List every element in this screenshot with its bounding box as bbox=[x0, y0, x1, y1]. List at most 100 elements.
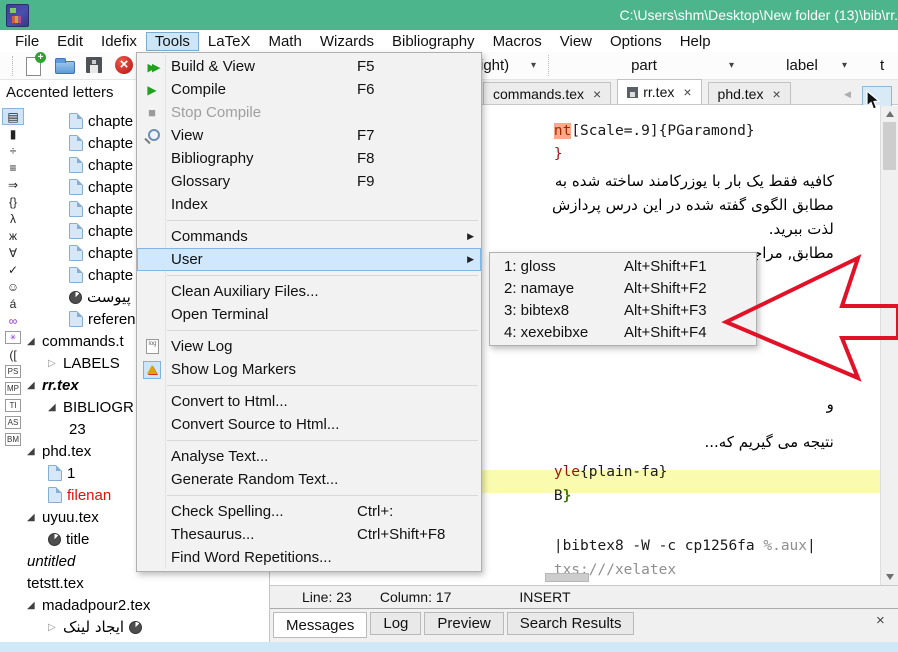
structure-panel-header[interactable]: Accented letters bbox=[0, 80, 134, 105]
menubar-item[interactable]: Tools bbox=[146, 32, 199, 51]
tab-close-icon[interactable]: × bbox=[593, 86, 601, 102]
infinity-icon[interactable]: ∞ bbox=[2, 312, 24, 329]
implies-icon[interactable]: ⇒ bbox=[2, 176, 24, 193]
menu-item[interactable] bbox=[137, 216, 481, 225]
menu-item[interactable]: Open Terminal bbox=[137, 303, 481, 326]
chevron-down-icon[interactable]: ▾ bbox=[729, 60, 734, 71]
menu-item[interactable]: Convert Source to Html... bbox=[137, 413, 481, 436]
tree-item[interactable]: ایجاد لینک bbox=[27, 616, 269, 638]
tree-item[interactable]: madadpour2.tex bbox=[27, 594, 269, 616]
menubar-item[interactable]: Edit bbox=[48, 32, 92, 51]
menu-item[interactable]: Analyse Text... bbox=[137, 445, 481, 468]
menu-item[interactable]: Index bbox=[137, 193, 481, 216]
brackets-icon[interactable]: ([ bbox=[2, 346, 24, 363]
beamer-icon[interactable]: BM bbox=[5, 433, 21, 446]
panel-close-icon[interactable]: × bbox=[876, 612, 885, 629]
new-document-icon[interactable] bbox=[24, 55, 46, 77]
menu-item[interactable] bbox=[137, 271, 481, 280]
toolbar-combobox[interactable]: label ▾ bbox=[752, 55, 852, 76]
vertical-scrollbar[interactable] bbox=[880, 106, 898, 585]
open-icon[interactable] bbox=[54, 55, 76, 77]
editor-tab[interactable]: rr.tex × bbox=[617, 79, 701, 104]
menu-item[interactable]: Show Log Markers bbox=[137, 358, 481, 381]
tab-scroll-left-icon[interactable]: ◀ bbox=[844, 89, 851, 100]
menu-item[interactable]: Commands ▶ bbox=[137, 225, 481, 248]
bottom-panel-tab[interactable]: Preview bbox=[424, 612, 503, 635]
menu-item[interactable] bbox=[137, 326, 481, 335]
forall-icon[interactable]: ∀ bbox=[2, 244, 24, 261]
chevron-down-icon[interactable]: ▾ bbox=[531, 60, 536, 71]
menu-item[interactable] bbox=[137, 381, 481, 390]
tab-close-icon[interactable]: × bbox=[772, 86, 780, 102]
menu-item[interactable]: Generate Random Text... bbox=[137, 468, 481, 491]
menu-item[interactable]: Clean Auxiliary Files... bbox=[137, 280, 481, 303]
menubar-item[interactable]: Options bbox=[601, 32, 671, 51]
chevron-down-icon[interactable]: ▾ bbox=[842, 60, 847, 71]
expander-icon[interactable] bbox=[27, 512, 42, 523]
bottom-panel-tab[interactable]: Messages bbox=[273, 612, 367, 638]
divide-icon[interactable]: ÷ bbox=[2, 142, 24, 159]
editor-tab[interactable]: phd.tex × bbox=[708, 82, 791, 104]
menu-item[interactable] bbox=[137, 436, 481, 445]
menu-item[interactable]: Thesaurus... Ctrl+Shift+F8 bbox=[137, 523, 481, 546]
submenu-item[interactable]: 1: gloss Alt+Shift+F1 bbox=[490, 255, 756, 277]
menu-item[interactable]: Compile F6 bbox=[137, 78, 481, 101]
metapost-icon[interactable]: MP bbox=[5, 382, 21, 395]
menu-item[interactable]: Stop Compile bbox=[137, 101, 481, 124]
tab-close-icon[interactable]: × bbox=[683, 84, 691, 100]
menu-item[interactable]: Bibliography F8 bbox=[137, 147, 481, 170]
accented-letter-icon[interactable]: á bbox=[2, 295, 24, 312]
braces-icon[interactable]: {} bbox=[2, 193, 24, 210]
structure-icon[interactable]: ▤ bbox=[2, 108, 24, 125]
menu-item[interactable] bbox=[137, 491, 481, 500]
submenu-item[interactable]: 3: bibtex8 Alt+Shift+F3 bbox=[490, 299, 756, 321]
submenu-item[interactable]: 4: xexebibxe Alt+Shift+F4 bbox=[490, 321, 756, 343]
menu-item[interactable]: View Log bbox=[137, 335, 481, 358]
expander-icon[interactable] bbox=[27, 336, 42, 347]
expander-icon[interactable] bbox=[48, 402, 63, 413]
pstricks-icon[interactable]: PS bbox=[5, 365, 21, 378]
menubar-item[interactable]: Macros bbox=[484, 32, 551, 51]
menubar-item[interactable]: Wizards bbox=[311, 32, 383, 51]
toolbar-combobox[interactable]: t bbox=[880, 55, 898, 76]
expander-icon[interactable] bbox=[27, 380, 42, 391]
menu-item[interactable]: Find Word Repetitions... bbox=[137, 546, 481, 569]
expander-icon[interactable] bbox=[48, 358, 63, 369]
menu-item[interactable]: View F7 bbox=[137, 124, 481, 147]
close-icon[interactable] bbox=[114, 55, 136, 77]
menubar-item[interactable]: View bbox=[551, 32, 601, 51]
menu-item[interactable]: Glossary F9 bbox=[137, 170, 481, 193]
menubar-item[interactable]: File bbox=[6, 32, 48, 51]
check-icon[interactable]: ✓ bbox=[2, 261, 24, 278]
menu-item[interactable]: User ▶ bbox=[137, 248, 481, 271]
asymptote-icon[interactable]: AS bbox=[5, 416, 21, 429]
menu-item[interactable]: Build & View F5 bbox=[137, 55, 481, 78]
expander-icon[interactable] bbox=[48, 622, 63, 633]
menubar-item[interactable]: Math bbox=[259, 32, 310, 51]
tree-item[interactable]: tetstt.tex bbox=[27, 572, 269, 594]
scroll-down-icon[interactable] bbox=[886, 574, 894, 580]
save-icon[interactable] bbox=[84, 55, 106, 77]
menubar-item[interactable]: Idefix bbox=[92, 32, 146, 51]
menubar-item[interactable]: LaTeX bbox=[199, 32, 260, 51]
menubar-item[interactable]: Bibliography bbox=[383, 32, 484, 51]
smiley-icon[interactable]: ☺ bbox=[2, 278, 24, 295]
bookmark-icon[interactable]: ▮ bbox=[2, 125, 24, 142]
expander-icon[interactable] bbox=[27, 600, 42, 611]
scroll-up-icon[interactable] bbox=[886, 111, 894, 117]
menubar-item[interactable]: Help bbox=[671, 32, 720, 51]
menu-item[interactable]: Check Spelling... Ctrl+: bbox=[137, 500, 481, 523]
bottom-panel-tab[interactable]: Log bbox=[370, 612, 421, 635]
expander-icon[interactable] bbox=[27, 446, 42, 457]
cyrillic-icon[interactable]: ж bbox=[2, 227, 24, 244]
submenu-item[interactable]: 2: namaye Alt+Shift+F2 bbox=[490, 277, 756, 299]
tikz-icon[interactable]: TI bbox=[5, 399, 21, 412]
scrollbar-thumb[interactable] bbox=[883, 122, 896, 170]
lambda-icon[interactable]: λ bbox=[2, 210, 24, 227]
asterisk-icon[interactable]: ✳ bbox=[5, 331, 21, 344]
toolbar-combobox[interactable]: part ▾ bbox=[548, 55, 739, 76]
menu-item[interactable]: Convert to Html... bbox=[137, 390, 481, 413]
bottom-panel-tab[interactable]: Search Results bbox=[507, 612, 635, 635]
equivalence-icon[interactable]: ≡ bbox=[2, 159, 24, 176]
editor-tab[interactable]: commands.tex × bbox=[483, 82, 611, 104]
